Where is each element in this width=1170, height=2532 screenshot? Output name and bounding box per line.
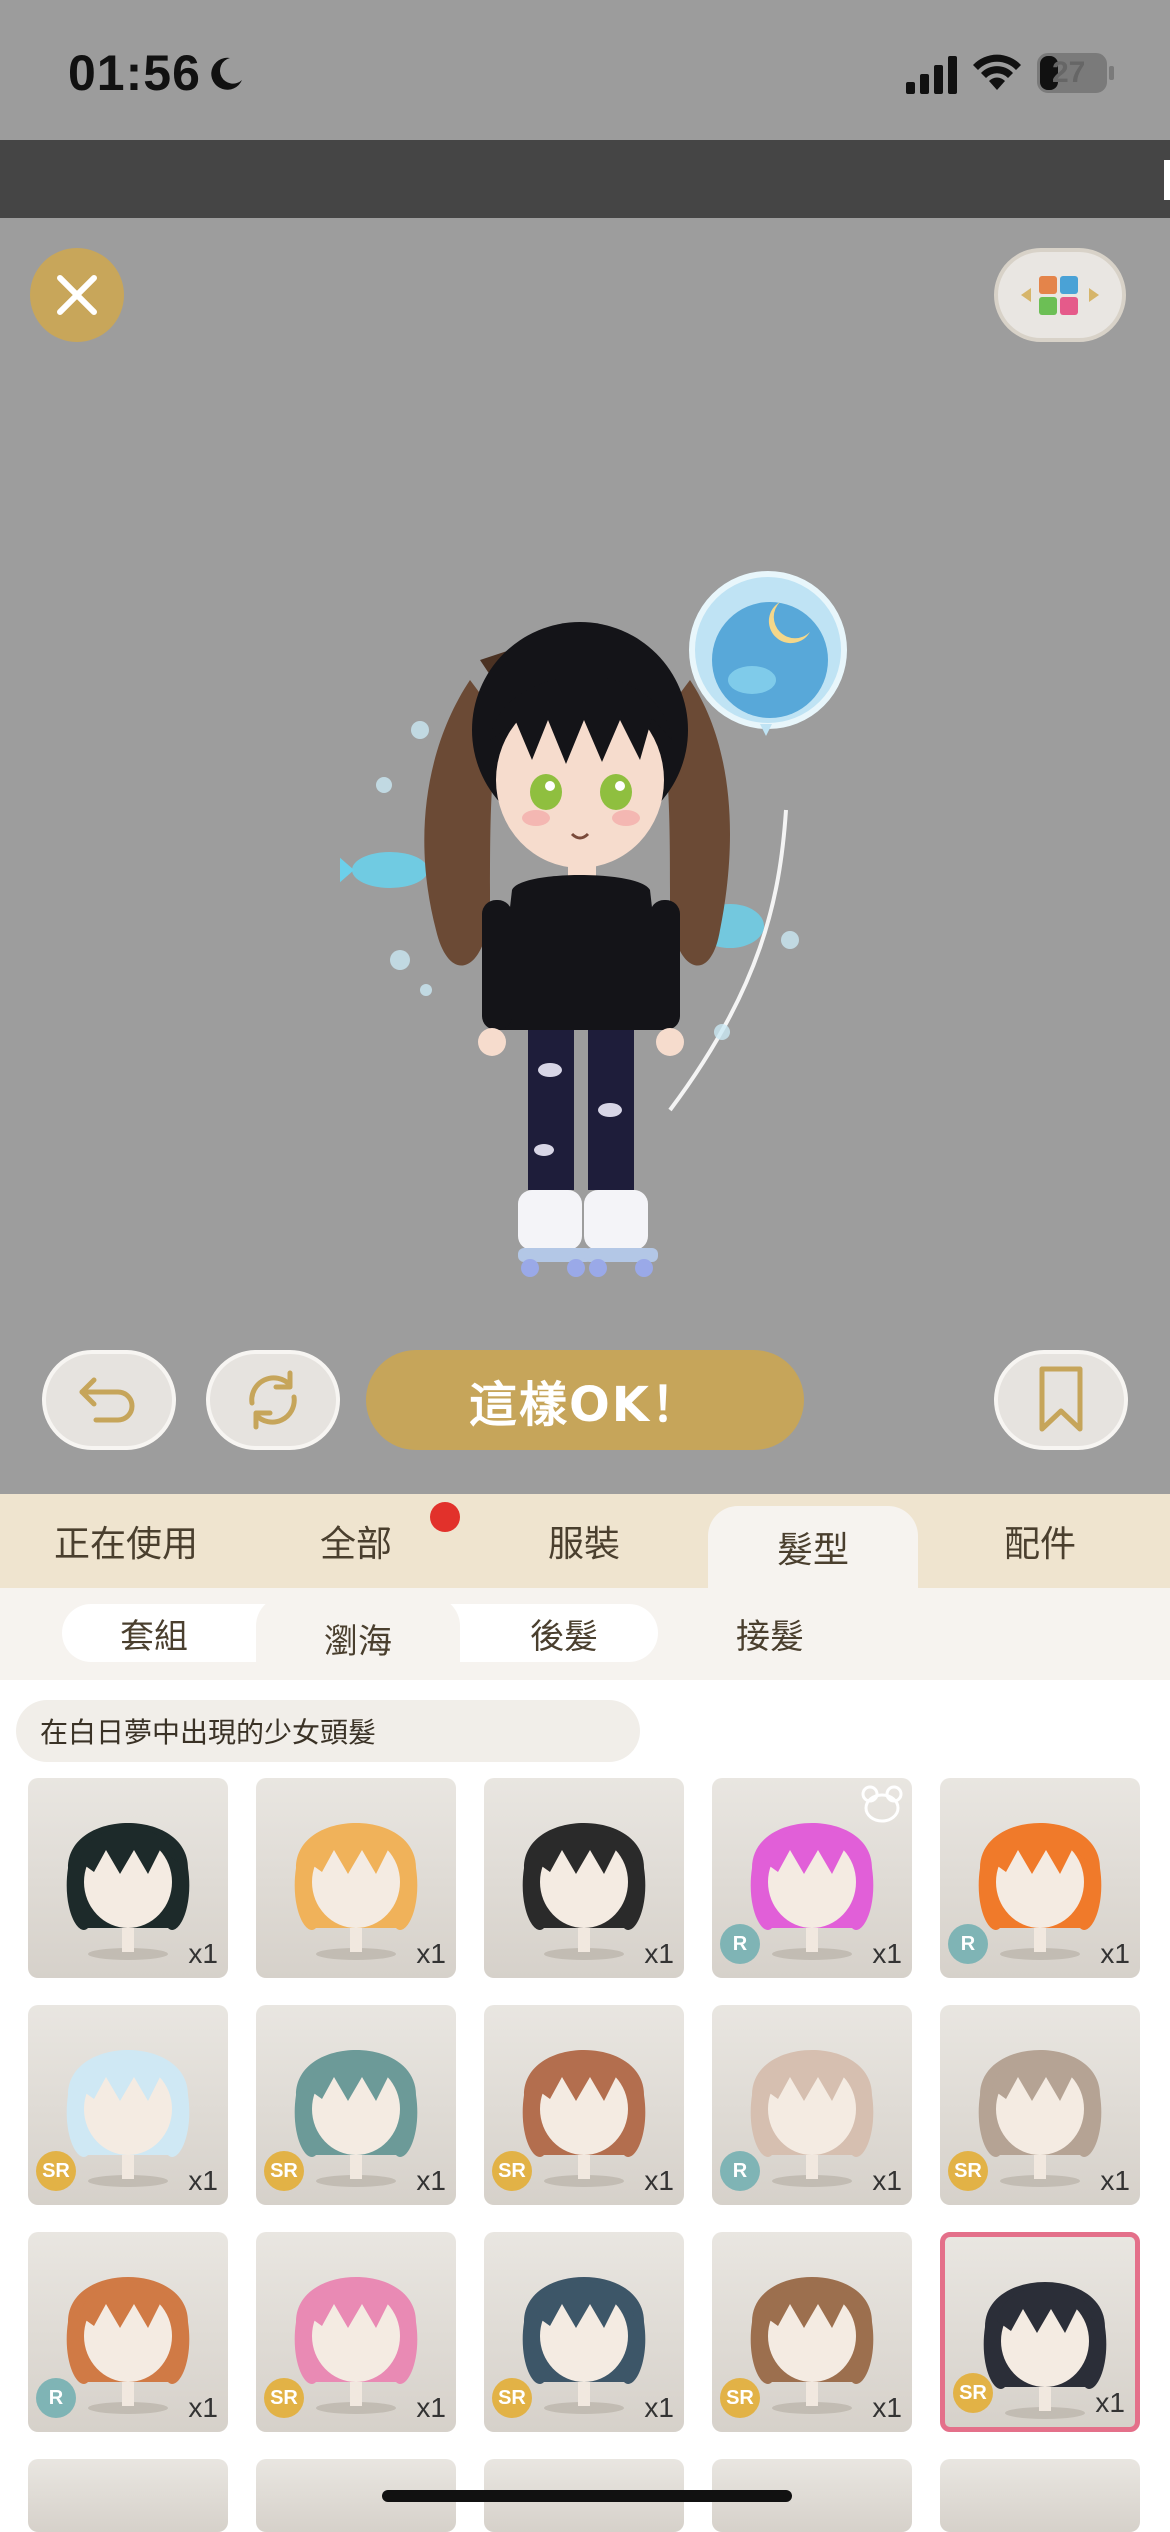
item-quantity: x1 xyxy=(644,2392,674,2423)
layout-toggle-button[interactable] xyxy=(994,248,1126,342)
rarity-badge: R xyxy=(36,2378,76,2418)
bookmark-icon xyxy=(1039,1366,1083,1432)
item-quantity: x1 xyxy=(188,2392,218,2423)
tab-clothing[interactable]: 服裝 xyxy=(484,1494,684,1588)
hair-item[interactable]: x1 R xyxy=(940,1778,1140,1978)
subtab-bangs[interactable]: 瀏海 xyxy=(256,1596,460,1680)
tab-in-use[interactable]: 正在使用 xyxy=(0,1494,252,1588)
undo-button[interactable] xyxy=(42,1350,176,1450)
rarity-badge: SR xyxy=(948,2151,988,2191)
item-quantity: x1 xyxy=(644,2165,674,2196)
item-quantity: x1 xyxy=(188,1938,218,1969)
rarity-badge: SR xyxy=(264,2151,304,2191)
cellular-signal-icon xyxy=(906,56,957,94)
hair-item[interactable]: x1 SR xyxy=(484,2005,684,2205)
hair-item[interactable]: x1 R xyxy=(712,1778,912,1978)
hair-item[interactable]: x1 SR xyxy=(28,2005,228,2205)
item-quantity: x1 xyxy=(416,2165,446,2196)
item-quantity: x1 xyxy=(1095,2387,1125,2418)
item-quantity: x1 xyxy=(644,1938,674,1969)
rarity-badge: R xyxy=(720,2151,760,2191)
confirm-outfit-button[interactable]: 這樣OK！ xyxy=(366,1350,804,1450)
hair-item[interactable]: x1 R xyxy=(28,2232,228,2432)
bear-icon xyxy=(861,1785,903,1823)
hair-item[interactable] xyxy=(28,2459,228,2532)
rarity-badge: R xyxy=(948,1924,988,1964)
subtab-back-hair[interactable]: 後髮 xyxy=(470,1604,658,1662)
status-bar: 01:56 27 xyxy=(0,0,1170,140)
item-quantity: x1 xyxy=(872,2392,902,2423)
item-quantity: x1 xyxy=(1100,1938,1130,1969)
refresh-icon xyxy=(249,1370,297,1430)
color-grid-icon xyxy=(1021,276,1099,315)
rarity-badge: SR xyxy=(720,2378,760,2418)
hair-item[interactable]: x1 SR xyxy=(484,2232,684,2432)
rarity-badge: SR xyxy=(264,2378,304,2418)
tab-all[interactable]: 全部 xyxy=(252,1494,460,1588)
new-items-badge xyxy=(430,1502,460,1532)
item-quantity: x1 xyxy=(416,2392,446,2423)
close-icon xyxy=(57,275,97,315)
category-tabs: 正在使用 全部 服裝 髮型 配件 xyxy=(0,1494,1170,1588)
undo-icon xyxy=(79,1377,135,1423)
item-quantity: x1 xyxy=(1100,2165,1130,2196)
wifi-icon xyxy=(973,54,1021,90)
item-quantity: x1 xyxy=(872,1938,902,1969)
randomize-button[interactable] xyxy=(206,1350,340,1450)
moon-icon xyxy=(211,57,242,90)
avatar-character xyxy=(340,571,847,1277)
hair-subtabs: 套組 瀏海 後髮 接髮 xyxy=(0,1588,1170,1680)
hair-item[interactable]: x1 SR xyxy=(940,2005,1140,2205)
subtab-extensions[interactable]: 接髮 xyxy=(676,1604,864,1662)
rarity-badge: SR xyxy=(36,2151,76,2191)
rarity-badge: SR xyxy=(492,2378,532,2418)
item-quantity: x1 xyxy=(188,2165,218,2196)
hair-item[interactable]: x1 xyxy=(28,1778,228,1978)
status-time: 01:56 xyxy=(68,45,201,101)
hair-item[interactable]: x1 xyxy=(484,1778,684,1978)
rarity-badge: SR xyxy=(953,2373,993,2413)
top-banner xyxy=(0,140,1170,218)
tab-hairstyle[interactable]: 髮型 xyxy=(708,1506,918,1588)
hair-item[interactable]: x1 xyxy=(256,1778,456,1978)
section-title: 在白日夢中出現的少女頭髮 xyxy=(16,1700,640,1762)
hair-item[interactable]: x1 SR xyxy=(256,2005,456,2205)
hair-item[interactable]: x1 SR xyxy=(940,2232,1140,2432)
close-button[interactable] xyxy=(30,248,124,342)
battery-level: 27 xyxy=(1052,56,1086,89)
home-indicator[interactable] xyxy=(382,2490,792,2502)
subtab-set[interactable]: 套組 xyxy=(62,1604,246,1662)
hair-item[interactable]: x1 R xyxy=(712,2005,912,2205)
hair-item[interactable]: x1 SR xyxy=(712,2232,912,2432)
rarity-badge: SR xyxy=(492,2151,532,2191)
rarity-badge: R xyxy=(720,1924,760,1964)
item-quantity: x1 xyxy=(872,2165,902,2196)
bookmark-button[interactable] xyxy=(994,1350,1128,1450)
item-quantity: x1 xyxy=(416,1938,446,1969)
hair-item[interactable]: x1 SR xyxy=(256,2232,456,2432)
tab-accessories[interactable]: 配件 xyxy=(940,1494,1140,1588)
hair-item[interactable] xyxy=(940,2459,1140,2532)
